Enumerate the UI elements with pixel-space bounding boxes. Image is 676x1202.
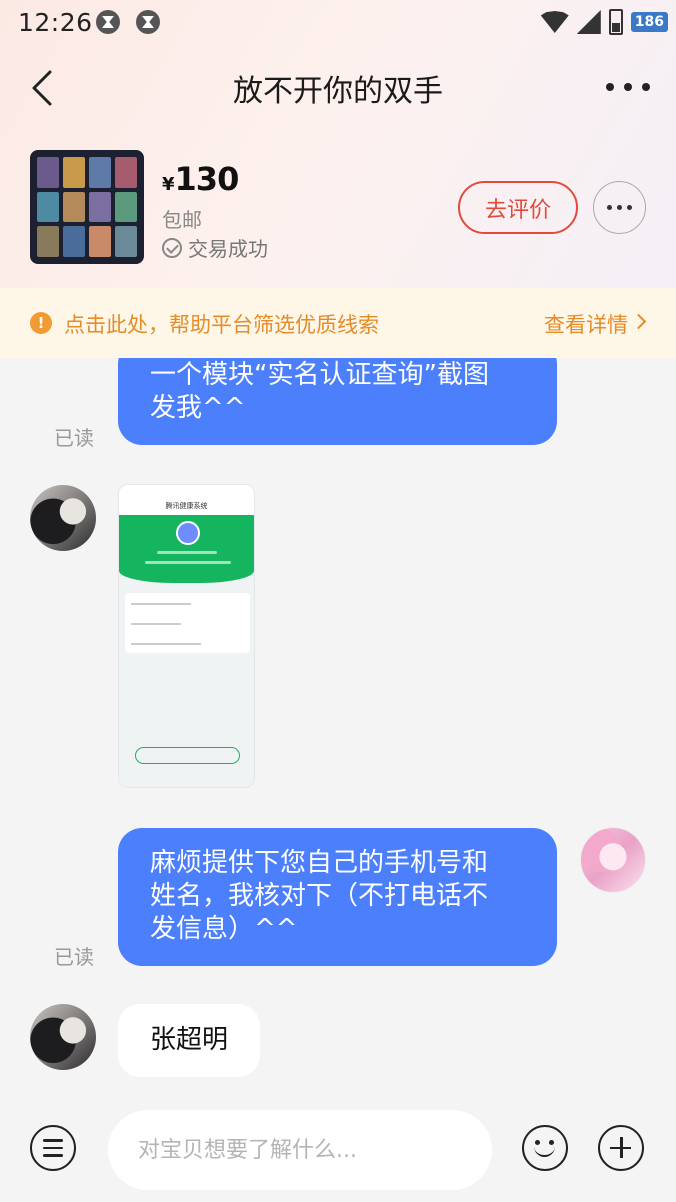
screenshot-button <box>135 747 240 764</box>
message-line: 麻烦提供下您自己的手机号和 <box>150 848 489 878</box>
app-notification-icon <box>136 10 160 34</box>
message-line: 姓名，我核对下（不打电话不 <box>150 881 489 911</box>
screenshot-info-card <box>125 593 250 653</box>
chat-messages[interactable]: 一个模块“实名认证查询”截图 发我^^ 已读 腾讯健康系统 麻烦提供下您自己的手… <box>0 358 676 1090</box>
status-time: 12:26 <box>18 8 93 37</box>
emoji-icon[interactable] <box>522 1125 568 1171</box>
notice-banner[interactable]: ! 点击此处，帮助平台筛选优质线索 查看详情 <box>0 288 676 358</box>
signal-icon <box>576 10 601 34</box>
wifi-icon <box>540 11 569 33</box>
seller-avatar[interactable] <box>30 1004 96 1070</box>
menu-icon[interactable] <box>30 1125 76 1171</box>
more-options-icon[interactable] <box>606 72 650 102</box>
outgoing-message-bubble[interactable]: 一个模块“实名认证查询”截图 发我^^ <box>118 358 557 445</box>
view-details-link[interactable]: 查看详情 <box>544 309 628 339</box>
warning-icon: ! <box>30 312 52 334</box>
currency-symbol: ¥ <box>162 174 175 195</box>
deal-status-text: 交易成功 <box>188 237 268 261</box>
deal-status: 交易成功 <box>162 233 268 262</box>
read-receipt: 已读 <box>54 426 94 450</box>
incoming-message-bubble[interactable]: 张超明 <box>118 1004 261 1077</box>
battery-icon <box>608 9 623 35</box>
screenshot-avatar <box>176 521 200 545</box>
message-line: 一个模块“实名认证查询”截图 <box>150 360 489 390</box>
status-indicators: 186 <box>540 6 668 38</box>
product-price: ¥130 <box>162 160 240 198</box>
my-avatar[interactable] <box>580 827 646 893</box>
plus-icon[interactable] <box>598 1125 644 1171</box>
network-badge: 186 <box>630 12 668 32</box>
product-thumbnail[interactable] <box>30 150 144 264</box>
back-arrow-icon[interactable] <box>28 68 62 108</box>
chevron-right-icon <box>630 313 647 330</box>
price-value: 130 <box>174 160 240 198</box>
message-input[interactable] <box>108 1110 492 1190</box>
message-line: 发我^^ <box>150 393 246 423</box>
product-more-button[interactable] <box>593 181 646 234</box>
app-notification-icon <box>96 10 120 34</box>
check-circle-icon <box>162 237 182 258</box>
review-button[interactable]: 去评价 <box>458 181 578 234</box>
notice-text: 点击此处，帮助平台筛选优质线索 <box>64 313 379 337</box>
screenshot-header: 腾讯健康系统 <box>119 485 254 515</box>
message-line: 发信息）^^ <box>150 914 298 944</box>
status-bar: 12:26 186 <box>0 0 676 46</box>
screenshot-image[interactable]: 腾讯健康系统 <box>118 484 255 788</box>
read-receipt: 已读 <box>54 945 94 969</box>
screenshot-title: 腾讯健康系统 <box>165 502 208 510</box>
shipping-label: 包邮 <box>162 208 202 232</box>
input-bar <box>0 1090 676 1202</box>
seller-avatar[interactable] <box>30 485 96 551</box>
outgoing-message-bubble[interactable]: 麻烦提供下您自己的手机号和 姓名，我核对下（不打电话不 发信息）^^ <box>118 828 557 966</box>
